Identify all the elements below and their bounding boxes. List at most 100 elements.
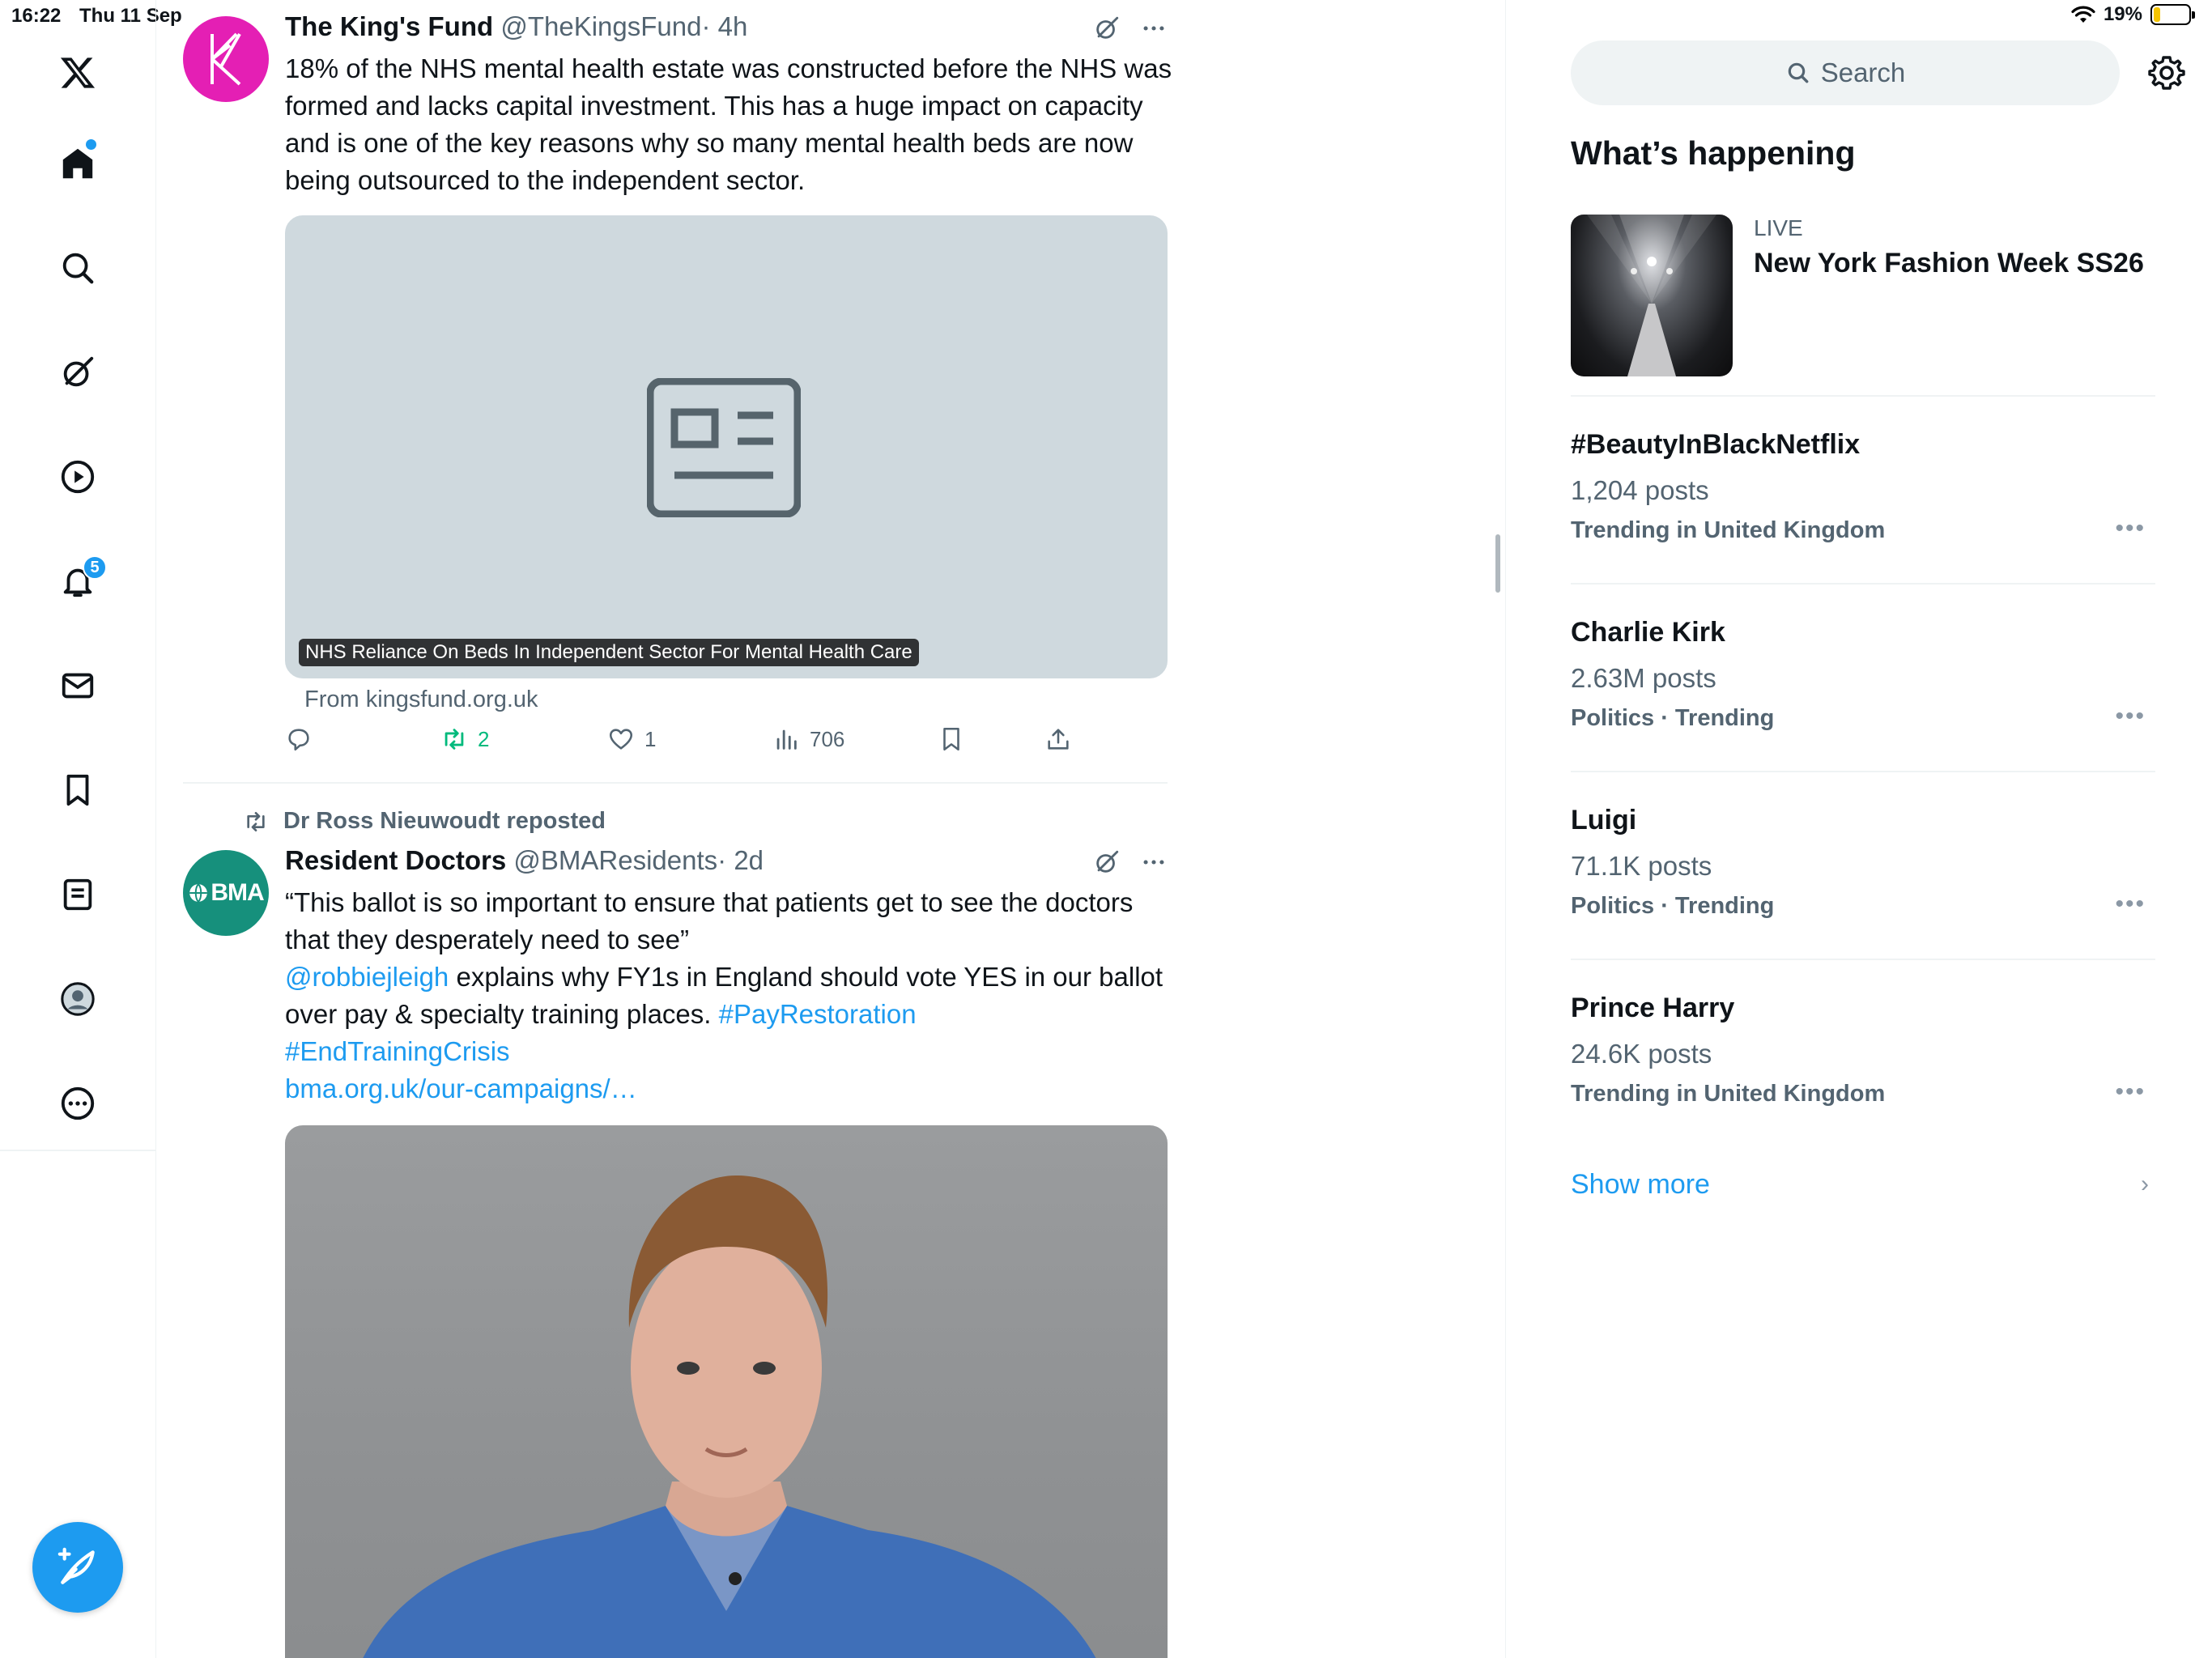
avatar-text: BMA: [211, 879, 264, 906]
grok-icon[interactable]: [1093, 848, 1121, 876]
author-handle[interactable]: @BMAResidents: [513, 845, 717, 875]
gear-icon[interactable]: [2147, 53, 2186, 92]
trend-context: Trending in United Kingdom: [1571, 517, 1886, 543]
link-card[interactable]: NHS Reliance On Beds In Independent Sect…: [285, 215, 1168, 678]
lists-icon[interactable]: [53, 870, 102, 919]
share-button[interactable]: [1044, 725, 1072, 753]
grok-icon[interactable]: [53, 348, 102, 397]
show-more-link[interactable]: Show more: [1571, 1169, 1710, 1201]
bookmark-icon[interactable]: [53, 766, 102, 814]
more-icon[interactable]: [53, 1079, 102, 1128]
trend-more-icon[interactable]: •••: [2115, 515, 2146, 542]
left-navigation: 5: [0, 0, 156, 1658]
tweet-header: Resident Doctors @BMAResidents· 2d: [285, 845, 764, 876]
tweet-header-actions: [1093, 15, 1168, 42]
trend-divider: [1571, 771, 2155, 772]
chevron-right-icon[interactable]: ›: [2141, 1171, 2149, 1198]
retweet-button[interactable]: 2: [440, 725, 489, 753]
tweet-divider: [183, 782, 1168, 784]
trend-divider: [1571, 959, 2155, 960]
trend-posts: 2.63M posts: [1571, 663, 1716, 693]
trend-posts: 1,204 posts: [1571, 475, 1709, 505]
wifi-icon: [2071, 6, 2095, 23]
repost-indicator[interactable]: Dr Ross Nieuwoudt reposted: [243, 808, 606, 835]
search-icon: [1788, 62, 1809, 83]
compose-button[interactable]: [32, 1522, 123, 1613]
card-source[interactable]: From kingsfund.org.uk: [304, 687, 538, 713]
trend-context: Trending in United Kingdom: [1571, 1081, 1886, 1107]
hashtag-link[interactable]: #EndTrainingCrisis: [285, 1036, 510, 1066]
kings-fund-logo-icon: [211, 32, 241, 86]
runway-image: [1587, 215, 1716, 376]
views-count: 706: [810, 726, 845, 751]
card-caption: NHS Reliance On Beds In Independent Sect…: [299, 639, 919, 666]
live-event-title[interactable]: New York Fashion Week SS26: [1754, 248, 2144, 279]
reply-icon: [288, 729, 309, 751]
views-button[interactable]: 706: [772, 725, 844, 753]
trend-posts: 71.1K posts: [1571, 851, 1712, 881]
search-bar[interactable]: Search: [1571, 40, 2120, 105]
mention-link[interactable]: @robbiejleigh: [285, 962, 449, 992]
like-count: 1: [644, 726, 657, 751]
section-title: What’s happening: [1571, 134, 1856, 172]
scrollbar[interactable]: [1495, 534, 1500, 593]
tweet-quote: “This ballot is so important to ensure t…: [285, 887, 1134, 954]
trend-divider: [1571, 583, 2155, 585]
notifications-badge: 5: [83, 555, 107, 580]
mail-icon[interactable]: [53, 661, 102, 710]
trend-context: Politics · Trending: [1571, 893, 1775, 919]
compose-feather-icon: [57, 1547, 95, 1584]
more-options-icon[interactable]: [1140, 15, 1168, 42]
like-button[interactable]: 1: [607, 725, 656, 753]
globe-icon: [189, 883, 208, 903]
bookmark-icon: [943, 727, 959, 751]
video-frame-person: [363, 1175, 1096, 1658]
tweet-video[interactable]: [285, 1125, 1168, 1658]
tweet-time: · 4h: [701, 11, 748, 41]
avatar[interactable]: BMA: [183, 850, 269, 936]
retweet-icon: [445, 729, 464, 750]
trend-divider: [1571, 395, 2155, 397]
more-options-icon[interactable]: [1140, 848, 1168, 876]
trend-more-icon[interactable]: •••: [2115, 1078, 2146, 1106]
video-icon[interactable]: [53, 453, 102, 501]
profile-icon[interactable]: [53, 975, 102, 1023]
tweet-text: “This ballot is so important to ensure t…: [285, 884, 1184, 1107]
url-link[interactable]: bma.org.uk/our-campaigns/…: [285, 1073, 637, 1103]
retweet-icon: [247, 811, 265, 831]
new-posts-dot: [86, 139, 96, 150]
author-handle[interactable]: @TheKingsFund: [500, 11, 701, 41]
trend-title: #BeautyInBlackNetflix: [1571, 429, 1861, 460]
trend-item[interactable]: Luigi 71.1K posts Politics · Trending ••…: [1571, 805, 2155, 920]
tweet-header-actions: [1093, 848, 1168, 876]
grok-icon[interactable]: [1093, 15, 1121, 42]
reposted-by-label: Dr Ross Nieuwoudt reposted: [283, 808, 606, 834]
trend-context: Politics · Trending: [1571, 705, 1775, 731]
x-logo-icon[interactable]: [53, 49, 102, 97]
tweet-actions: 2 1 706: [285, 725, 1168, 766]
avatar[interactable]: [183, 16, 269, 102]
trend-item[interactable]: Prince Harry 24.6K posts Trending in Uni…: [1571, 993, 2155, 1107]
article-icon: [647, 378, 801, 517]
heart-icon: [609, 729, 633, 750]
live-event-thumbnail[interactable]: [1571, 215, 1733, 376]
retweet-count: 2: [478, 726, 490, 751]
trend-item[interactable]: #BeautyInBlackNetflix 1,204 posts Trendi…: [1571, 429, 2155, 544]
search-icon[interactable]: [53, 244, 102, 292]
share-icon: [1048, 729, 1069, 750]
battery-icon: [2150, 4, 2195, 25]
trend-posts: 24.6K posts: [1571, 1039, 1712, 1069]
bookmark-button[interactable]: [938, 725, 965, 753]
trend-title: Prince Harry: [1571, 993, 1735, 1023]
trend-more-icon[interactable]: •••: [2115, 891, 2146, 918]
author-name[interactable]: Resident Doctors: [285, 845, 506, 875]
reply-button[interactable]: [285, 725, 313, 753]
trend-more-icon[interactable]: •••: [2115, 703, 2146, 730]
trend-title: Charlie Kirk: [1571, 617, 1725, 648]
tweet-time: · 2d: [717, 845, 764, 875]
nav-divider: [0, 1150, 156, 1151]
trend-item[interactable]: Charlie Kirk 2.63M posts Politics · Tren…: [1571, 617, 2155, 732]
views-chart-icon: [776, 729, 797, 750]
author-name[interactable]: The King's Fund: [285, 11, 493, 41]
hashtag-link[interactable]: #PayRestoration: [719, 999, 917, 1029]
